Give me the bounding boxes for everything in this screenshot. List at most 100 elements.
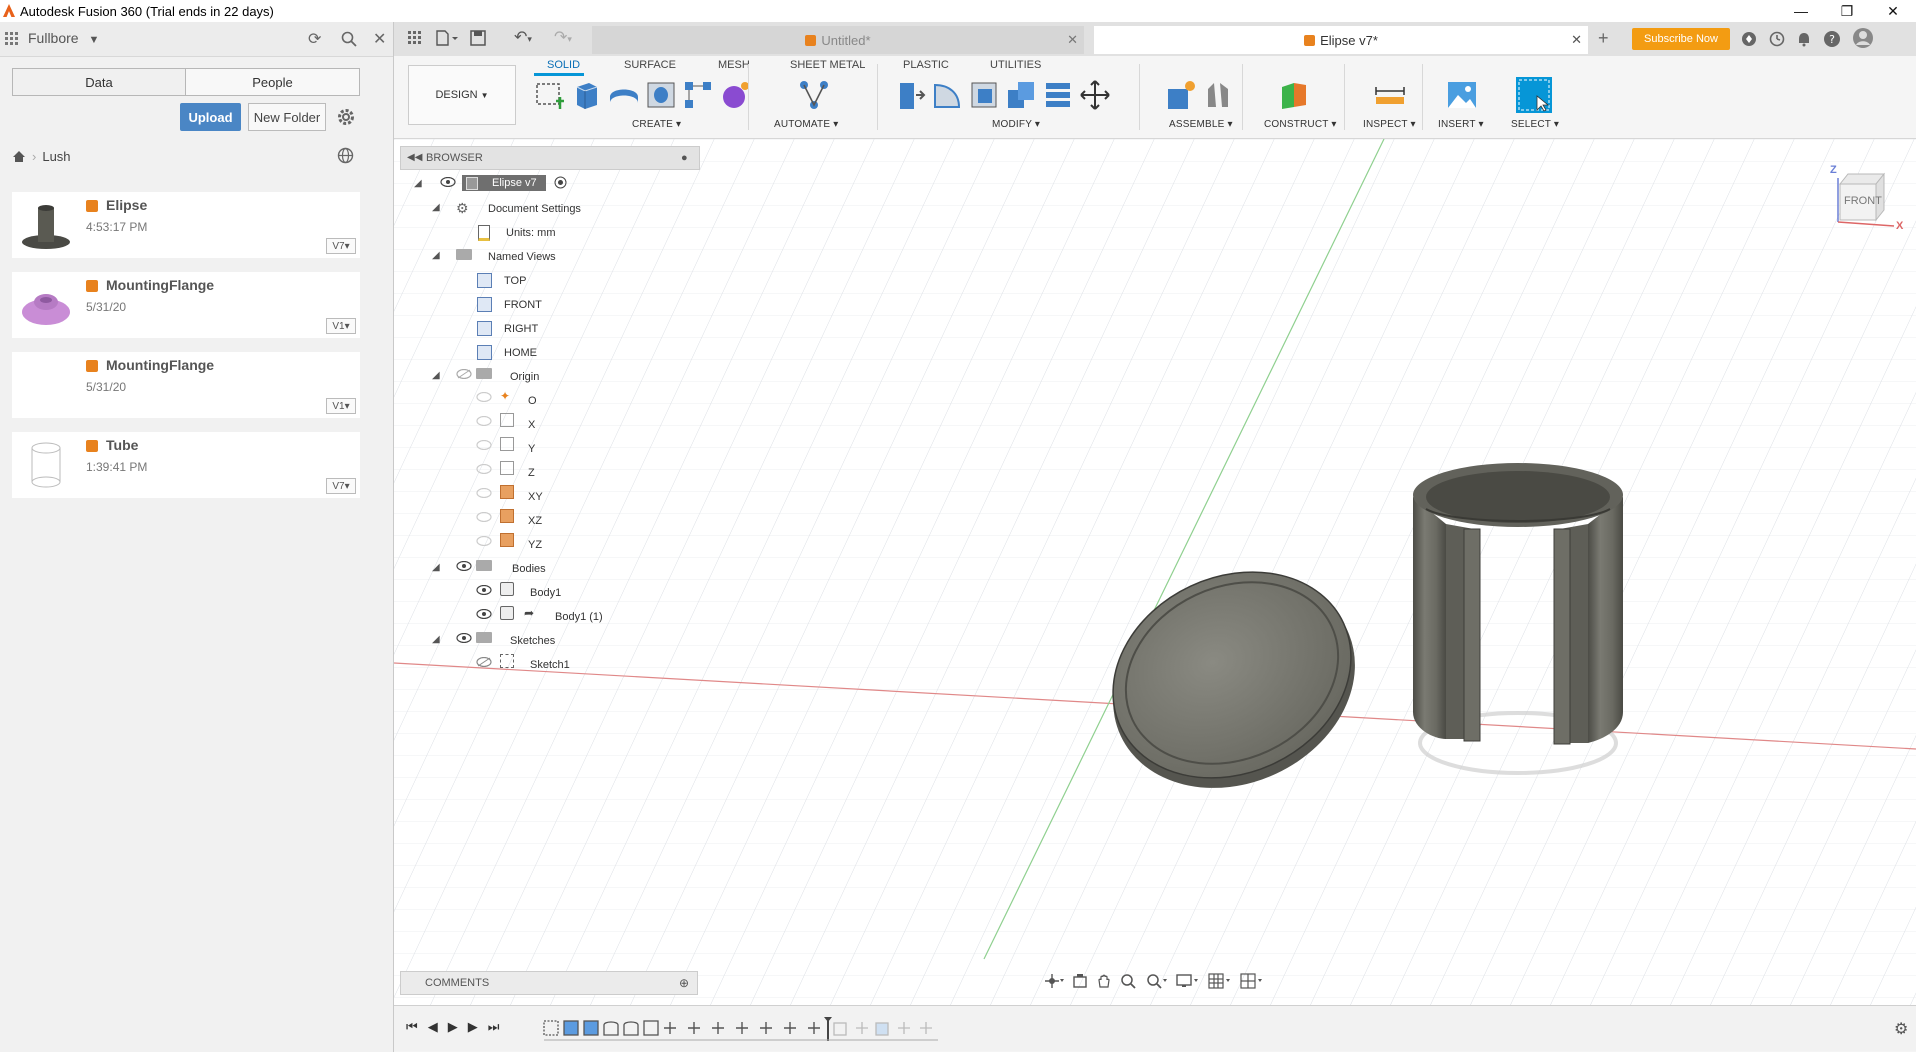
visibility-eye-icon[interactable] — [456, 633, 472, 643]
hidden-eye-icon[interactable] — [476, 512, 492, 522]
visibility-eye-icon[interactable] — [440, 177, 456, 187]
offset-plane-icon[interactable] — [1278, 79, 1310, 111]
hidden-eye-icon[interactable] — [476, 488, 492, 498]
version-dropdown[interactable]: V1 ▾ — [326, 318, 356, 334]
tab-elipse[interactable]: Elipse v7* ✕ — [1094, 26, 1588, 54]
tree-item-view-right[interactable]: RIGHT — [504, 323, 538, 335]
close-tab-icon[interactable]: ✕ — [1067, 32, 1078, 48]
tree-item-bodies[interactable]: Bodies — [512, 563, 546, 575]
undo-icon[interactable]: ↶▾ — [514, 27, 532, 47]
file-card[interactable]: Elipse 4:53:17 PM V7 ▾ — [12, 192, 360, 258]
zoom-icon[interactable] — [1120, 973, 1138, 989]
tree-item-sketches[interactable]: Sketches — [510, 635, 555, 647]
notifications-bell-icon[interactable] — [1796, 31, 1812, 47]
file-menu-icon[interactable] — [436, 30, 458, 46]
comments-panel[interactable]: COMMENTS ⊕ — [400, 971, 698, 995]
hidden-eye-icon[interactable] — [456, 369, 472, 379]
offset-face-icon[interactable] — [1042, 79, 1074, 111]
go-to-end-icon[interactable]: ⏭ — [488, 1019, 500, 1035]
file-name[interactable]: Elipse — [106, 197, 147, 213]
breadcrumb-folder[interactable]: Lush — [42, 149, 70, 164]
upload-button[interactable]: Upload — [180, 103, 241, 131]
file-name[interactable]: MountingFlange — [106, 357, 214, 373]
new-folder-button[interactable]: New Folder — [248, 103, 326, 131]
visibility-eye-icon[interactable] — [476, 609, 492, 619]
insert-menu[interactable]: INSERT ▾ — [1438, 119, 1484, 130]
activate-radio-icon[interactable] — [554, 176, 567, 189]
grid-settings-icon[interactable] — [1208, 973, 1232, 989]
version-dropdown[interactable]: V7 ▾ — [326, 478, 356, 494]
refresh-icon[interactable]: ⟳ — [308, 29, 321, 49]
search-icon[interactable] — [341, 31, 357, 47]
automate-icon[interactable] — [798, 79, 830, 111]
expand-toggle-icon[interactable]: ◢ — [432, 562, 440, 573]
file-card[interactable]: MountingFlange 5/31/20 V1 ▾ — [12, 352, 360, 418]
extrude-icon[interactable] — [571, 79, 603, 111]
viewports-icon[interactable] — [1240, 973, 1264, 989]
tree-item-axis-z[interactable]: Z — [528, 467, 535, 479]
combine-icon[interactable] — [1005, 79, 1037, 111]
tree-item-view-front[interactable]: FRONT — [504, 299, 542, 311]
expand-toggle-icon[interactable]: ◢ — [432, 634, 440, 645]
tree-item-body1[interactable]: Body1 — [530, 587, 561, 599]
tree-item-origin-o[interactable]: O — [528, 395, 537, 407]
expand-toggle-icon[interactable]: ◢ — [432, 370, 440, 381]
play-icon[interactable]: ▶ — [448, 1019, 458, 1035]
tree-item-axis-y[interactable]: Y — [528, 443, 535, 455]
step-back-icon[interactable]: ◀ — [428, 1019, 438, 1035]
joint-icon[interactable] — [1202, 79, 1234, 111]
close-tab-icon[interactable]: ✕ — [1571, 32, 1582, 48]
tab-surface[interactable]: SURFACE — [624, 59, 676, 71]
minimize-button[interactable]: — — [1778, 0, 1824, 22]
apps-grid-icon[interactable] — [408, 31, 422, 45]
tab-data[interactable]: Data — [12, 68, 186, 96]
view-cube[interactable]: FRONT Z X — [1824, 164, 1904, 244]
home-icon[interactable] — [12, 150, 26, 163]
apps-grid-icon[interactable] — [5, 32, 19, 46]
subscribe-button[interactable]: Subscribe Now — [1632, 28, 1730, 50]
automate-menu[interactable]: AUTOMATE ▾ — [774, 119, 838, 130]
timeline-settings-gear-icon[interactable]: ⚙ — [1894, 1019, 1908, 1039]
shell-icon[interactable] — [968, 79, 1000, 111]
press-pull-icon[interactable] — [894, 79, 926, 111]
pattern-icon[interactable] — [682, 79, 714, 111]
zoom-window-icon[interactable] — [1146, 973, 1168, 989]
measure-icon[interactable] — [1374, 79, 1406, 111]
file-card[interactable]: Tube 1:39:41 PM V7 ▾ — [12, 432, 360, 498]
file-name[interactable]: MountingFlange — [106, 277, 214, 293]
move-icon[interactable] — [1079, 79, 1111, 111]
tab-plastic[interactable]: PLASTIC — [903, 59, 949, 71]
create-menu[interactable]: CREATE ▾ — [632, 119, 681, 130]
tree-item-view-top[interactable]: TOP — [504, 275, 526, 287]
add-comment-icon[interactable]: ⊕ — [679, 976, 689, 990]
tree-item-plane-xz[interactable]: XZ — [528, 515, 542, 527]
select-icon[interactable] — [1515, 76, 1553, 114]
revolve-icon[interactable] — [608, 79, 640, 111]
file-card[interactable]: MountingFlange 5/31/20 V1 ▾ — [12, 272, 360, 338]
hidden-eye-icon[interactable] — [476, 657, 492, 667]
close-panel-icon[interactable]: ✕ — [373, 29, 386, 49]
tree-item-named-views[interactable]: Named Views — [488, 251, 556, 263]
help-icon[interactable]: ? — [1823, 30, 1841, 48]
hidden-eye-icon[interactable] — [476, 536, 492, 546]
tab-utilities[interactable]: UTILITIES — [990, 59, 1041, 71]
settings-gear-icon[interactable] — [336, 107, 356, 127]
hidden-eye-icon[interactable] — [476, 416, 492, 426]
tab-untitled[interactable]: Untitled* ✕ — [592, 26, 1084, 54]
pan-hand-icon[interactable] — [1096, 973, 1112, 989]
inspect-menu[interactable]: INSPECT ▾ — [1363, 119, 1416, 130]
go-to-start-icon[interactable]: ⏮ — [406, 1019, 418, 1035]
browser-minimize-icon[interactable]: ● — [681, 152, 688, 164]
version-dropdown[interactable]: V7 ▾ — [326, 238, 356, 254]
browser-panel-header[interactable]: ◀◀ BROWSER ● — [400, 146, 700, 170]
create-sketch-icon[interactable] — [534, 79, 566, 111]
new-component-icon[interactable] — [1165, 79, 1197, 111]
visibility-eye-icon[interactable] — [476, 585, 492, 595]
tab-sheet-metal[interactable]: SHEET METAL — [790, 59, 865, 71]
step-forward-icon[interactable]: ▶ — [468, 1019, 478, 1035]
job-status-icon[interactable] — [1769, 31, 1785, 47]
save-icon[interactable] — [470, 30, 486, 46]
collapse-browser-icon[interactable]: ◀◀ — [407, 152, 422, 163]
display-settings-icon[interactable] — [1176, 973, 1200, 989]
select-menu[interactable]: SELECT ▾ — [1511, 119, 1559, 130]
